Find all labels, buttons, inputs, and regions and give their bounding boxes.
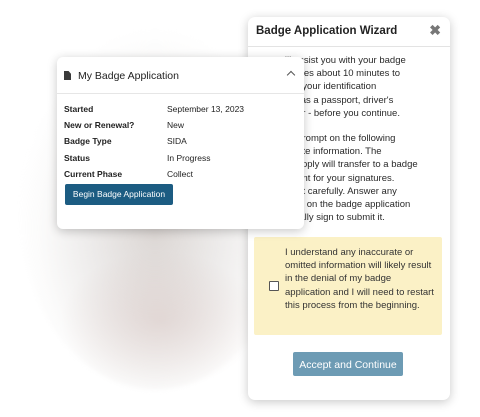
acknowledgement-text: I understand any inaccurate or omitted i… [285,247,434,311]
my-badge-application-card: My Badge Application Started September 1… [57,57,304,229]
detail-label: Status [64,152,90,163]
detail-row: New or Renewal? New [64,117,294,133]
card-title: My Badge Application [78,70,179,82]
acknowledgement-notice: I understand any inaccurate or omitted i… [254,237,442,335]
acknowledgement-checkbox[interactable] [269,281,279,291]
detail-value: SIDA [167,136,187,147]
detail-value: In Progress [167,152,211,163]
detail-label: Badge Type [64,136,112,147]
document-icon [64,71,71,80]
detail-label: Started [64,104,94,114]
close-icon[interactable]: ✖ [429,22,441,39]
detail-row: Status In Progress [64,150,294,166]
background-wash-accent [60,250,260,390]
detail-row: Badge Type SIDA [64,133,294,149]
wizard-title: Badge Application Wizard [256,25,398,37]
detail-value: September 13, 2023 [167,104,245,114]
accept-and-continue-button[interactable]: Accept and Continue [293,352,403,376]
begin-badge-application-button[interactable]: Begin Badge Application [65,184,173,205]
detail-value: New [167,120,185,131]
wizard-header: Badge Application Wizard ✖ [248,17,450,47]
application-details: Started September 13, 2023 New or Renewa… [64,101,294,182]
detail-value: Collect [167,168,193,179]
detail-label: New or Renewal? [64,120,135,131]
detail-row: Started September 13, 2023 [64,101,294,117]
card-header: My Badge Application [57,57,304,94]
detail-row: Current Phase Collect [64,166,294,182]
chevron-up-icon[interactable] [286,70,296,80]
detail-label: Current Phase [64,168,123,179]
